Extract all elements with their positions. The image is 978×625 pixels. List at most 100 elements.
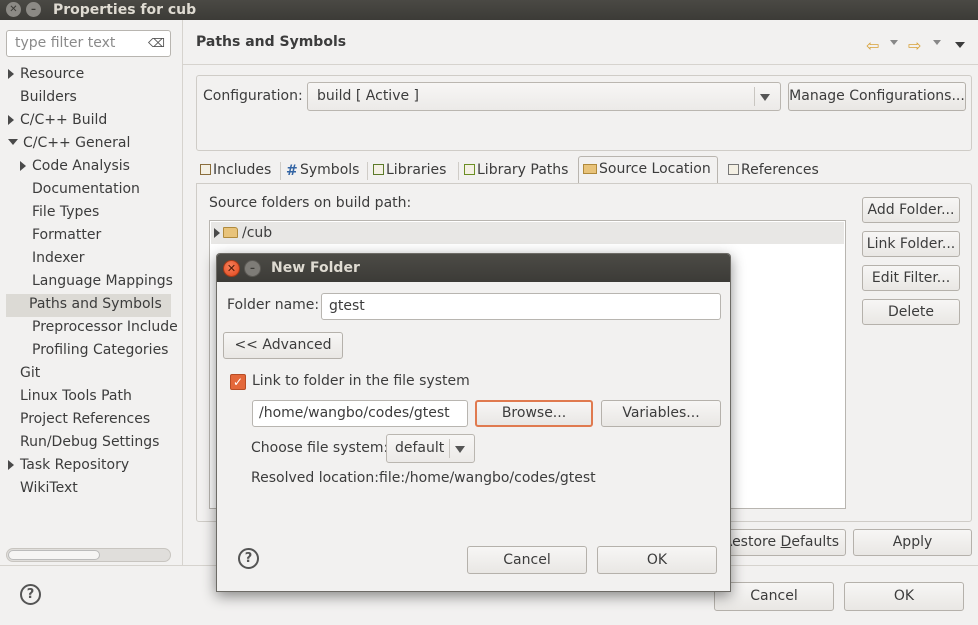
expand-triangle-icon[interactable]: [214, 228, 220, 238]
properties-cancel-button[interactable]: Cancel: [714, 582, 834, 611]
tree-item-label: Documentation: [32, 181, 140, 197]
tree-item[interactable]: Builders: [0, 87, 182, 110]
close-icon: ✕: [226, 262, 237, 275]
tree-item-label: Code Analysis: [32, 158, 130, 174]
advanced-toggle-button[interactable]: << Advanced: [223, 332, 343, 359]
configuration-label: Configuration:: [203, 88, 303, 104]
expand-triangle-icon[interactable]: [20, 161, 26, 171]
tree-item-label: Indexer: [32, 250, 85, 266]
tree-item[interactable]: File Types: [0, 202, 182, 225]
help-icon[interactable]: ?: [20, 584, 41, 605]
tree-item[interactable]: C/C++ Build: [0, 110, 182, 133]
pane-divider[interactable]: [182, 20, 183, 565]
link-path-value: /home/wangbo/codes/gtest: [259, 405, 450, 421]
filter-input[interactable]: type filter text ⌫: [6, 30, 171, 57]
browse-button[interactable]: Browse...: [475, 400, 593, 427]
collapse-triangle-icon[interactable]: [8, 139, 18, 145]
tree-item[interactable]: WikiText: [0, 478, 182, 501]
tree-item[interactable]: Task Repository: [0, 455, 182, 478]
restore-label-pre: Restore: [722, 534, 781, 550]
configuration-value: build [ Active ]: [317, 88, 420, 104]
manage-configurations-button[interactable]: Manage Configurations...: [788, 82, 966, 111]
forward-history-caret-icon[interactable]: [933, 40, 941, 45]
restore-label-post: efaults: [791, 534, 839, 550]
tree-item-label: Linux Tools Path: [20, 388, 132, 404]
folder-name-input[interactable]: gtest: [321, 293, 721, 320]
list-item[interactable]: /cub: [211, 222, 844, 244]
tree-item-label: C/C++ General: [23, 135, 131, 151]
tree-item[interactable]: C/C++ General: [0, 133, 182, 156]
expand-triangle-icon[interactable]: [8, 460, 14, 470]
edit-filter-button[interactable]: Edit Filter...: [862, 265, 960, 291]
tree-item[interactable]: Documentation: [0, 179, 182, 202]
tree-item[interactable]: Profiling Categories: [0, 340, 182, 363]
tree-item[interactable]: Linux Tools Path: [0, 386, 182, 409]
tab-symbols[interactable]: # Symbols: [282, 158, 364, 184]
back-arrow-icon[interactable]: ⇦: [866, 36, 879, 55]
tab-label: References: [741, 162, 819, 178]
hash-icon: #: [286, 163, 298, 179]
dialog-help-icon[interactable]: ?: [238, 548, 259, 569]
tab-references[interactable]: References: [724, 158, 824, 184]
link-folder-checkbox-label[interactable]: Link to folder in the file system: [252, 373, 470, 389]
tree-item-label: Preprocessor Include: [32, 319, 178, 335]
tree-item-label: Profiling Categories: [32, 342, 169, 358]
folder-icon: [223, 227, 238, 238]
new-folder-dialog: ✕ – New Folder Folder name: gtest << Adv…: [216, 253, 731, 592]
tree-item-label: Language Mappings: [32, 273, 173, 289]
tree-item[interactable]: Run/Debug Settings: [0, 432, 182, 455]
properties-ok-button[interactable]: OK: [844, 582, 964, 611]
window-close-button[interactable]: ✕: [6, 2, 21, 17]
scrollbar-thumb[interactable]: [8, 550, 100, 560]
expand-triangle-icon[interactable]: [8, 69, 14, 79]
tab-label: Library Paths: [477, 162, 569, 178]
dialog-ok-button[interactable]: OK: [597, 546, 717, 574]
link-folder-checkbox[interactable]: ✓: [230, 374, 246, 390]
includes-icon: [200, 164, 211, 175]
dialog-cancel-button[interactable]: Cancel: [467, 546, 587, 574]
tree-item[interactable]: Language Mappings: [0, 271, 182, 294]
tree-item[interactable]: Resource: [0, 64, 182, 87]
folder-icon: [583, 164, 597, 174]
file-system-select[interactable]: default: [386, 434, 475, 463]
window-minimize-button[interactable]: –: [26, 2, 41, 17]
forward-arrow-icon[interactable]: ⇨: [908, 36, 921, 55]
file-system-value: default: [395, 440, 445, 456]
variables-button[interactable]: Variables...: [601, 400, 721, 427]
tree-item[interactable]: Formatter: [0, 225, 182, 248]
references-icon: [728, 164, 739, 175]
tree-item-label: C/C++ Build: [20, 112, 108, 128]
delete-button[interactable]: Delete: [862, 299, 960, 325]
tab-separator: [458, 162, 459, 180]
dialog-close-button[interactable]: ✕: [223, 260, 240, 277]
page-title: Paths and Symbols: [196, 34, 347, 50]
tree-item-label: Builders: [20, 89, 77, 105]
tree-item-label: File Types: [32, 204, 100, 220]
tab-source-location[interactable]: Source Location: [578, 156, 718, 184]
tree-item[interactable]: Code Analysis: [0, 156, 182, 179]
folder-name-label: Folder name:: [227, 297, 320, 313]
add-folder-button[interactable]: Add Folder...: [862, 197, 960, 223]
back-history-caret-icon[interactable]: [890, 40, 898, 45]
libraries-icon: [373, 164, 384, 175]
dialog-minimize-button[interactable]: –: [244, 260, 261, 277]
tree-item[interactable]: Git: [0, 363, 182, 386]
chevron-down-icon: [760, 94, 770, 101]
configuration-select[interactable]: build [ Active ]: [307, 82, 781, 111]
link-path-input[interactable]: /home/wangbo/codes/gtest: [252, 400, 468, 427]
tree-item[interactable]: Project References: [0, 409, 182, 432]
tab-libraries[interactable]: Libraries: [369, 158, 455, 184]
tree-item-label: Resource: [20, 66, 85, 82]
clear-filter-icon[interactable]: ⌫: [148, 36, 165, 50]
apply-button[interactable]: Apply: [853, 529, 972, 556]
tree-item[interactable]: Indexer: [0, 248, 182, 271]
tree-item[interactable]: Preprocessor Include: [0, 317, 182, 340]
tab-library-paths[interactable]: Library Paths: [460, 158, 572, 184]
link-folder-button[interactable]: Link Folder...: [862, 231, 960, 257]
tree-item-label: Formatter: [32, 227, 102, 243]
tree-item[interactable]: Paths and Symbols: [6, 294, 171, 317]
view-menu-icon[interactable]: [955, 42, 965, 48]
expand-triangle-icon[interactable]: [8, 115, 14, 125]
tab-includes[interactable]: Includes: [196, 158, 278, 184]
tree-horizontal-scrollbar[interactable]: [6, 548, 171, 562]
